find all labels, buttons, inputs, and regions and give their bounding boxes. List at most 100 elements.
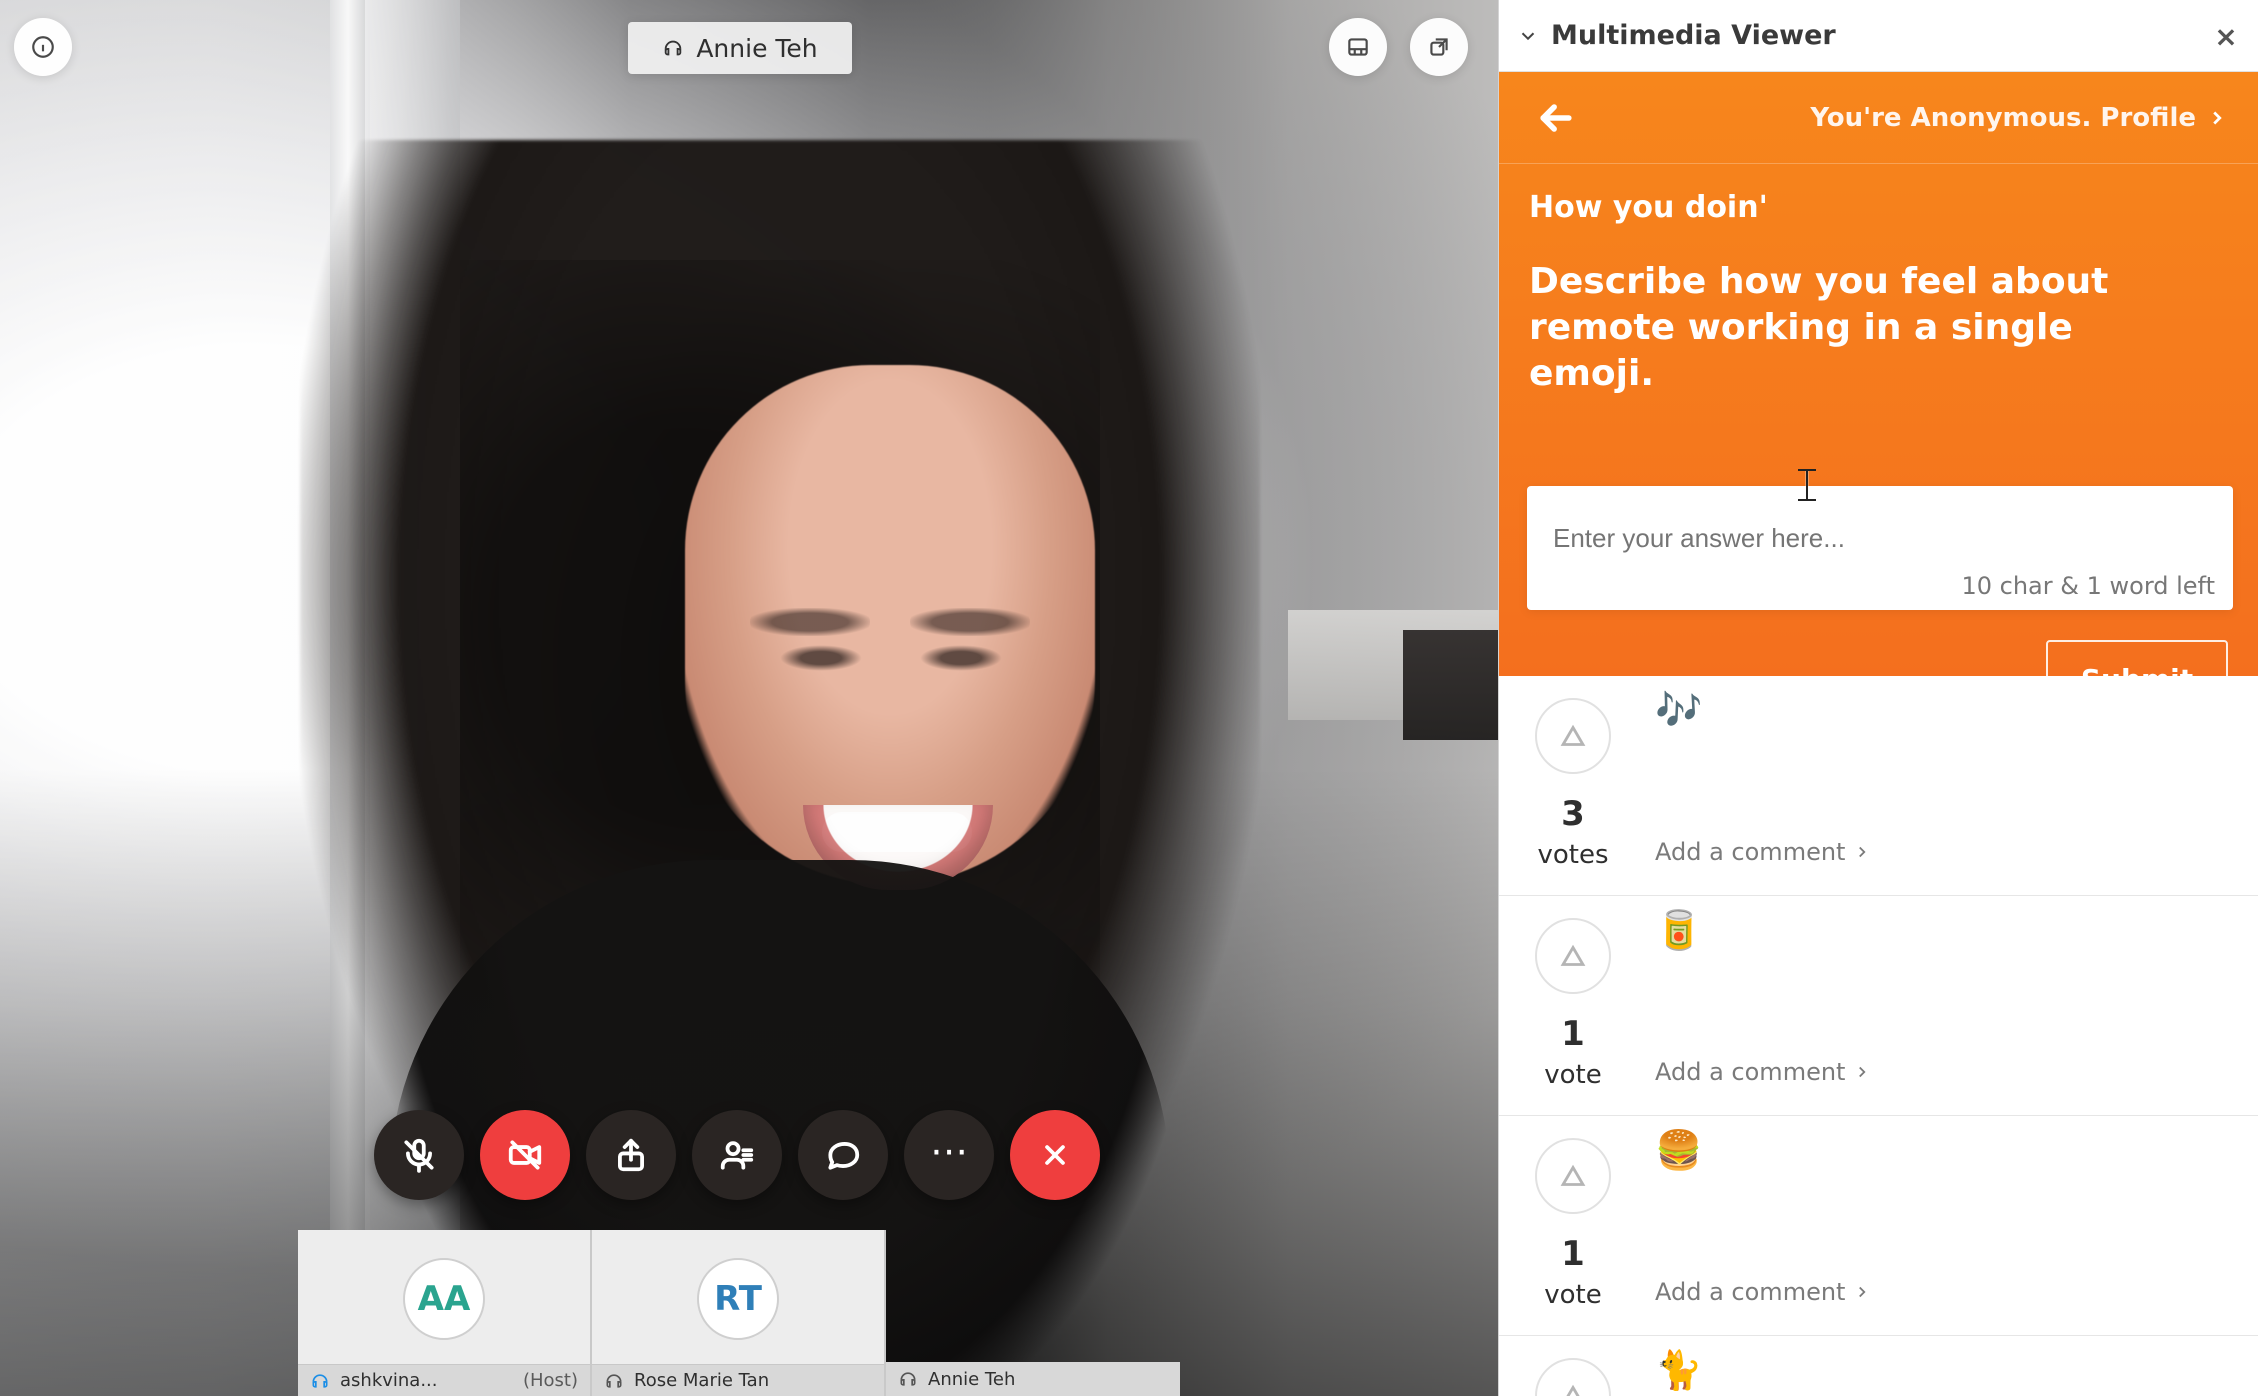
teeth (822, 812, 972, 852)
list-item: 1 vote 🍔 Add a comment (1499, 1116, 2258, 1336)
panel-title: Multimedia Viewer (1551, 20, 1836, 51)
back-button[interactable] (1529, 91, 1583, 145)
upvote-button[interactable] (1535, 1358, 1611, 1396)
eyebrow-left (750, 608, 870, 636)
video-off-icon (508, 1140, 542, 1170)
info-button[interactable] (14, 18, 72, 76)
arrow-left-icon (1540, 103, 1572, 132)
share-icon (618, 1138, 644, 1172)
triangle-up-icon (1560, 1164, 1586, 1186)
participant-name: Rose Marie Tan (634, 1370, 770, 1391)
add-comment-link[interactable]: Add a comment (1655, 1278, 1871, 1306)
participant-tile[interactable]: RT Rose Marie Tan (592, 1230, 886, 1396)
add-comment-link[interactable]: Add a comment (1655, 1058, 1871, 1086)
list-item: 1 vote 🥫 Add a comment (1499, 896, 2258, 1116)
participant-name: ashkvina... (340, 1370, 438, 1391)
chevron-right-icon (1859, 846, 1866, 858)
panel-header: Multimedia Viewer × (1499, 0, 2258, 72)
upvote-button[interactable] (1535, 1138, 1611, 1214)
response-emoji: 🐈 (1655, 1348, 1703, 1392)
response-emoji: 🍔 (1655, 1128, 1703, 1172)
avatar: AA (403, 1258, 485, 1340)
response-emoji: 🎶 (1655, 688, 1703, 732)
answer-counter: 10 char & 1 word left (1961, 572, 2215, 600)
vote-count: 3 (1561, 794, 1585, 834)
chevron-down-icon[interactable] (1517, 25, 1539, 47)
participant-name-bar: ashkvina... (Host) (298, 1364, 590, 1396)
active-speaker-pill: Annie Teh (628, 22, 852, 74)
list-item: 3 votes 🎶 Add a comment (1499, 676, 2258, 896)
participant-strip: AA ashkvina... (Host) RT Rose Marie Tan … (298, 1230, 1182, 1396)
headset-icon (665, 40, 682, 56)
text-cursor (1798, 469, 1816, 501)
question-text: Describe how you feel about remote worki… (1529, 261, 2109, 395)
upvote-button[interactable] (1535, 918, 1611, 994)
mouth (803, 805, 993, 890)
layout-button[interactable] (1329, 18, 1387, 76)
chat-icon (828, 1142, 860, 1170)
popout-button[interactable] (1410, 18, 1468, 76)
end-call-button[interactable] (1010, 1110, 1100, 1200)
headset-icon (606, 1373, 622, 1388)
mic-off-icon (404, 1138, 434, 1173)
profile-text: You're Anonymous. Profile (1810, 102, 2196, 133)
participant-name-bar: Annie Teh (886, 1362, 1180, 1396)
participant-tile[interactable]: AA ashkvina... (Host) (298, 1230, 592, 1396)
add-comment-label: Add a comment (1655, 1278, 1846, 1306)
info-icon (32, 36, 54, 58)
add-comment-link[interactable]: Add a comment (1655, 838, 1871, 866)
share-button[interactable] (586, 1110, 676, 1200)
popout-icon (1430, 38, 1448, 56)
close-icon (1045, 1145, 1065, 1165)
add-comment-label: Add a comment (1655, 838, 1846, 866)
chevron-right-icon (1859, 1286, 1866, 1298)
video-stage: Annie Teh ⋯ AA ashkvina... (Host) RT Ros… (0, 0, 1498, 1396)
vote-unit: votes (1537, 840, 1609, 870)
stop-video-button[interactable] (480, 1110, 570, 1200)
control-bar: ⋯ (374, 1110, 1100, 1200)
vote-count: 1 (1561, 1234, 1585, 1274)
triangle-up-icon (1560, 724, 1586, 746)
chevron-right-icon (1859, 1066, 1866, 1078)
add-comment-label: Add a comment (1655, 1058, 1846, 1086)
more-icon: ⋯ (930, 1129, 968, 1173)
question-title: How you doin' (1529, 190, 1768, 225)
hair-shadow (460, 260, 1100, 1160)
participant-tile[interactable]: Annie Teh (886, 1362, 1180, 1396)
background-pillar (330, 0, 370, 1396)
vote-count: 1 (1561, 1014, 1585, 1054)
question-card: You're Anonymous. Profile How you doin' … (1499, 72, 2258, 718)
triangle-up-icon (1566, 1384, 1580, 1396)
close-icon: × (2214, 19, 2238, 53)
question-card-top: You're Anonymous. Profile (1499, 72, 2258, 164)
triangle-up-icon (1560, 944, 1586, 966)
avatar: RT (697, 1258, 779, 1340)
active-speaker-name: Annie Teh (696, 33, 818, 63)
response-emoji: 🥫 (1655, 908, 1703, 952)
more-button[interactable]: ⋯ (904, 1110, 994, 1200)
vote-unit: vote (1544, 1060, 1602, 1090)
list-item: 🐈 (1499, 1336, 2258, 1396)
participants-icon (720, 1141, 754, 1170)
mute-button[interactable] (374, 1110, 464, 1200)
layout-icon (1348, 38, 1368, 56)
participant-name-bar: Rose Marie Tan (592, 1364, 884, 1396)
face (685, 365, 1095, 885)
headset-icon (900, 1372, 916, 1386)
participant-tag: (Host) (522, 1370, 578, 1391)
answer-box[interactable]: 10 char & 1 word left (1527, 486, 2233, 610)
activity-headset-icon (312, 1373, 328, 1388)
chat-button[interactable] (798, 1110, 888, 1200)
close-panel-button[interactable]: × (2206, 16, 2246, 56)
profile-link[interactable]: You're Anonymous. Profile (1810, 103, 2228, 133)
chevron-right-icon (2213, 111, 2222, 124)
multimedia-viewer-panel: Multimedia Viewer × You're Anonymous. Pr… (1498, 0, 2258, 1396)
eye-right (920, 645, 1002, 671)
background-object (1403, 630, 1498, 740)
participants-button[interactable] (692, 1110, 782, 1200)
upvote-button[interactable] (1535, 698, 1611, 774)
eyebrow-right (910, 608, 1030, 636)
vote-unit: vote (1544, 1280, 1602, 1310)
responses-list: 3 votes 🎶 Add a comment 1 vote 🥫 Add a c… (1499, 676, 2258, 1396)
participant-name: Annie Teh (928, 1368, 1016, 1390)
